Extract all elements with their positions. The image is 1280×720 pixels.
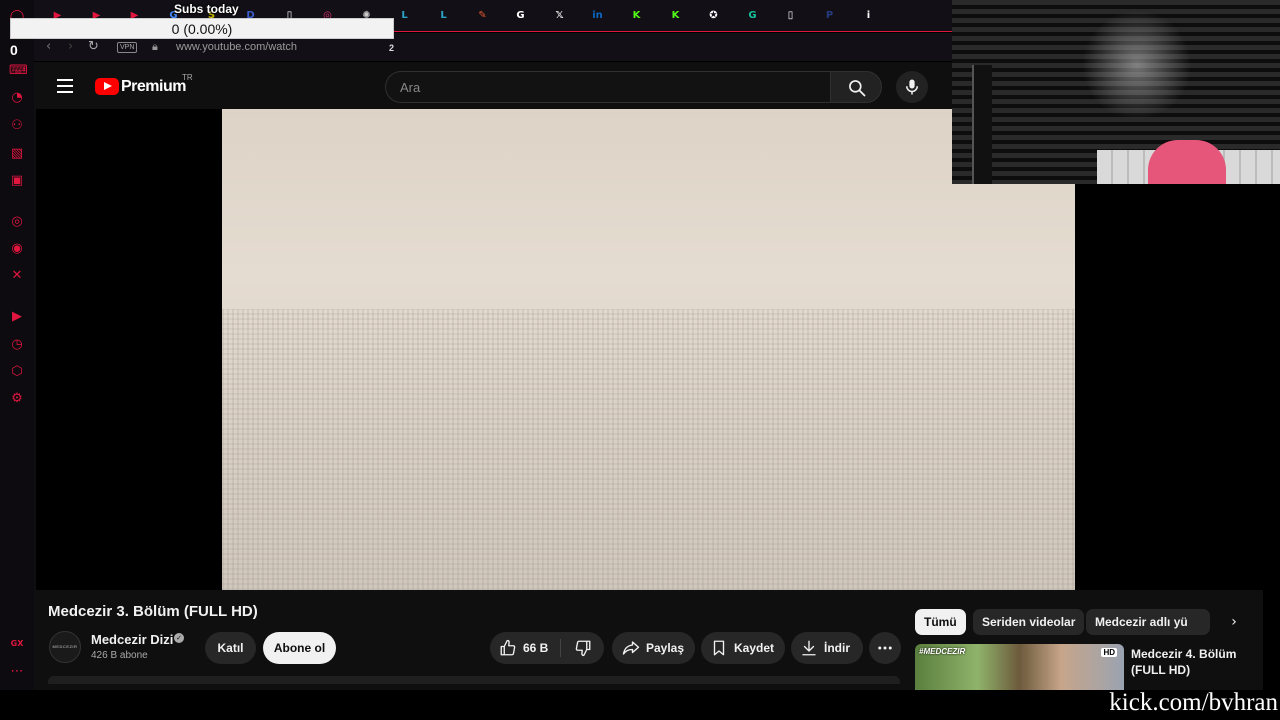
video-content (222, 309, 1075, 590)
tab-kick-icon[interactable]: K (668, 8, 683, 23)
thumbs-down-icon (575, 640, 591, 657)
dislike-button[interactable] (561, 632, 604, 664)
sidebar-twitch-icon[interactable]: ▧ (9, 146, 25, 162)
subscribe-button[interactable]: Abone ol (263, 632, 336, 664)
sidebar-instagram-icon[interactable]: ◎ (9, 214, 25, 230)
share-button[interactable]: Paylaş (612, 632, 695, 664)
verified-check-icon: ✓ (174, 633, 184, 643)
chip-series-videos[interactable]: Seriden videolar (973, 609, 1085, 635)
tab-letter-l-icon[interactable]: L (436, 8, 451, 23)
webcam-light (1082, 10, 1192, 120)
sidebar-extensions-icon[interactable]: ⬡ (9, 364, 25, 380)
sidebar-more-icon[interactable]: ⋯ (9, 664, 25, 680)
tab-x-icon[interactable]: 𝕏 (552, 8, 567, 23)
share-icon (622, 641, 640, 655)
voice-search-button[interactable] (896, 71, 928, 103)
subs-today-overlay: Subs today 0 (0.00%) (10, 0, 394, 39)
tab-paypal-icon[interactable]: P (822, 8, 837, 23)
tab-paint-icon[interactable]: ✎ (475, 8, 490, 23)
lock-icon[interactable]: 🔒︎ (152, 40, 158, 54)
stream-counter: 0 (10, 42, 18, 58)
microphone-icon (906, 79, 918, 95)
forward-arrow-icon[interactable]: › (68, 39, 73, 54)
share-label: Paylaş (646, 641, 685, 655)
back-arrow-icon[interactable]: ‹ (46, 39, 51, 54)
sidebar-speed-icon[interactable]: ◔ (9, 90, 25, 106)
channel-name[interactable]: Medcezir Dizi (91, 632, 173, 647)
tab-star-icon[interactable]: ✪ (706, 8, 721, 23)
thumbnail-tag: #MEDCEZIR (919, 647, 966, 656)
webcam-feed (952, 0, 1280, 184)
tab-linkedin-icon[interactable]: in (590, 8, 605, 23)
bottom-strip (0, 690, 1280, 720)
bookmark-icon (713, 640, 725, 656)
youtube-logo-icon[interactable] (95, 78, 119, 95)
hd-badge: HD (1101, 648, 1117, 657)
tab-file-icon[interactable]: ▯ (783, 8, 798, 23)
webcam-chair (1148, 140, 1226, 184)
recommendation-chips: Tümü Seriden videolar Medcezir adlı yü › (915, 609, 1263, 637)
download-label: İndir (824, 641, 850, 655)
vpn-badge[interactable]: VPN (117, 42, 138, 53)
more-horizontal-icon (878, 646, 892, 650)
like-dislike-group: 66 B (490, 632, 604, 664)
sidebar-game-controller-icon[interactable]: ⌨ (9, 63, 28, 79)
tab-google-icon[interactable]: G (513, 8, 528, 23)
description-box[interactable] (48, 676, 900, 684)
sidebar-whatsapp-icon[interactable]: ◉ (9, 241, 25, 257)
sidebar-gx-icon[interactable]: GX (9, 636, 25, 652)
sidebar-x-icon[interactable]: ✕ (9, 268, 25, 284)
video-title: Medcezir 3. Bölüm (FULL HD) (48, 603, 258, 620)
like-count: 66 B (523, 641, 549, 655)
video-frame[interactable] (222, 109, 1075, 590)
sidebar-mail-icon[interactable]: ▣ (9, 173, 25, 189)
recommendation-title[interactable]: Medcezir 4. Bölüm (FULL HD) (1131, 646, 1249, 678)
subs-progress-bar: 0 (0.00%) (10, 18, 394, 39)
subs-today-title: Subs today (174, 2, 239, 16)
sidebar-history-icon[interactable]: ◷ (9, 337, 25, 353)
tab-grammarly-icon[interactable]: G (745, 8, 760, 23)
like-button[interactable]: 66 B (490, 632, 559, 664)
sidebar-settings-icon[interactable]: ⚙ (9, 391, 25, 407)
recommendation-thumbnail[interactable]: #MEDCEZIR HD (915, 644, 1124, 690)
tab-kick-icon[interactable]: K (629, 8, 644, 23)
webcam-door (972, 65, 992, 184)
url-field[interactable]: www.youtube.com/watch (176, 41, 297, 53)
tab-letter-l-icon[interactable]: L (397, 8, 412, 23)
reload-icon[interactable]: ↻ (88, 39, 99, 54)
youtube-premium-logo-text[interactable]: Premium (121, 78, 186, 96)
thumbs-up-icon (500, 639, 516, 656)
join-button[interactable]: Katıl (205, 632, 256, 664)
download-icon (802, 640, 816, 656)
chip-all[interactable]: Tümü (915, 609, 966, 635)
region-code: TR (182, 73, 193, 82)
browser-sidebar: ◯ ⌨ ◔ ⚇ ▧ ▣ ◎ ◉ ✕ ▶ ◷ ⬡ ⚙ GX ⋯ (0, 0, 34, 690)
chip-channel-uploads[interactable]: Medcezir adlı yü (1086, 609, 1210, 635)
search-input[interactable] (385, 71, 830, 103)
hamburger-menu-icon[interactable] (57, 79, 73, 93)
chevron-right-icon[interactable]: › (1224, 612, 1244, 632)
search-button[interactable] (830, 71, 882, 103)
save-button[interactable]: Kaydet (701, 632, 785, 664)
subscriber-count: 426 B abone (91, 650, 148, 661)
sidebar-bot-icon[interactable]: ⚇ (9, 118, 25, 134)
channel-avatar[interactable]: MEDCEZIR (49, 631, 81, 663)
tab-count-badge: 2 (389, 43, 395, 53)
sidebar-player-icon[interactable]: ▶ (9, 309, 25, 325)
kick-watermark: kick.com/bvhran (1109, 689, 1278, 716)
more-actions-button[interactable] (869, 632, 901, 664)
download-button[interactable]: İndir (791, 632, 863, 664)
tab-info-icon[interactable]: i (861, 8, 876, 23)
search-icon (849, 80, 866, 97)
save-label: Kaydet (734, 641, 775, 655)
